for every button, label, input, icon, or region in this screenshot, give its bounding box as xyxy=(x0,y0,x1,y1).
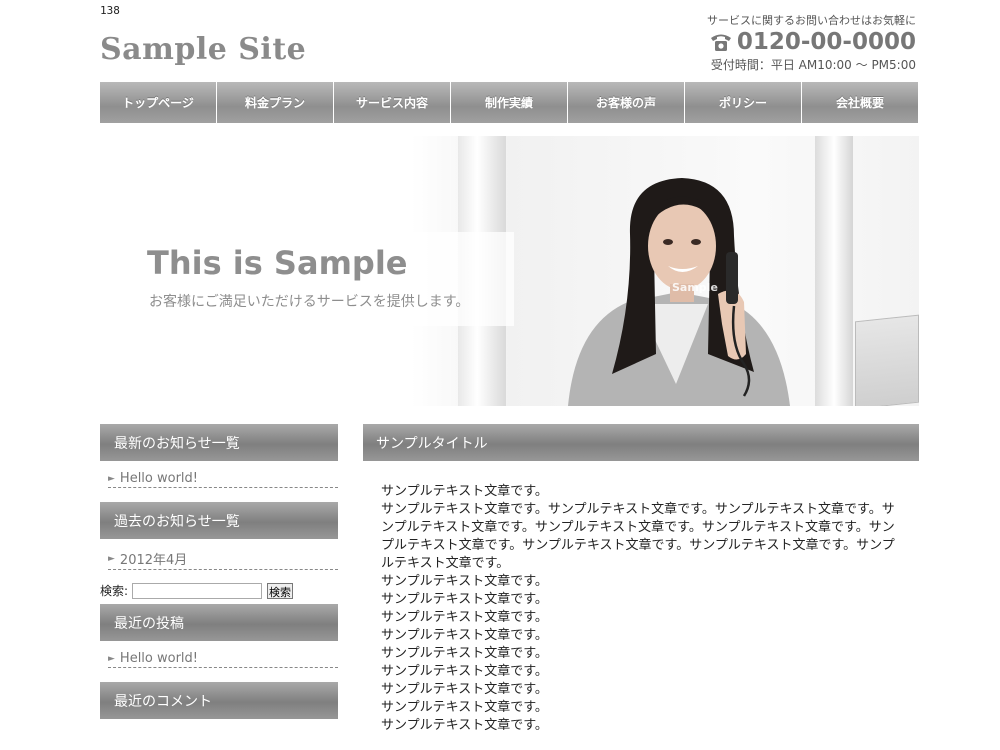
list-item-label: Hello world! xyxy=(119,471,199,486)
hero-monitor-image xyxy=(855,314,919,406)
global-nav: トップページ 料金プラン サービス内容 制作実績 お客様の声 ポリシー 会社概要 xyxy=(100,82,918,123)
paragraph: サンプルテキスト文章です。 xyxy=(381,718,548,733)
triangle-right-icon: ► xyxy=(108,653,115,664)
main-body: サンプルテキスト文章です。 サンプルテキスト文章です。サンプルテキスト文章です。… xyxy=(363,461,919,735)
latest-news-heading: 最新のお知らせ一覧 xyxy=(100,424,338,461)
hero-subtitle: お客様にご満足いただけるサービスを提供します。 xyxy=(149,294,470,310)
contact-note: サービスに関するお問い合わせはお気軽に xyxy=(707,14,916,27)
latest-news-list: ► Hello world! xyxy=(100,461,338,488)
paragraph: サンプルテキスト文章です。 xyxy=(381,574,548,589)
list-item[interactable]: ► Hello world! xyxy=(108,471,338,488)
archive-list: ► 2012年4月 xyxy=(100,539,338,570)
phone-icon xyxy=(710,34,731,51)
paragraph: サンプルテキスト文章です。 xyxy=(381,592,548,607)
recent-posts-heading: 最近の投稿 xyxy=(100,604,338,641)
list-item-label: 2012年4月 xyxy=(119,553,188,568)
list-item[interactable]: ► Hello world! xyxy=(108,651,338,668)
paragraph: サンプルテキスト文章です。 xyxy=(381,700,548,715)
hero-banner: This is Sample お客様にご満足いただけるサービスを提供します。 S… xyxy=(100,136,919,406)
page-number: 138 xyxy=(100,4,120,17)
nav-item-services[interactable]: サービス内容 xyxy=(334,82,451,123)
nav-item-policy[interactable]: ポリシー xyxy=(685,82,802,123)
hero-watermark: Sample xyxy=(672,281,718,294)
main-content: サンプルタイトル サンプルテキスト文章です。 サンプルテキスト文章です。サンプル… xyxy=(363,424,919,735)
site-logo[interactable]: Sample Site xyxy=(100,32,306,67)
paragraph: サンプルテキスト文章です。 xyxy=(381,646,548,661)
paragraph: サンプルテキスト文章です。 xyxy=(381,628,548,643)
phone-number: 0120-00-0000 xyxy=(736,29,916,55)
nav-item-company[interactable]: 会社概要 xyxy=(802,82,918,123)
paragraph: サンプルテキスト文章です。 xyxy=(381,664,548,679)
paragraph: サンプルテキスト文章です。 xyxy=(381,610,548,625)
list-item-label: Hello world! xyxy=(119,651,199,666)
search-input[interactable] xyxy=(132,582,263,599)
sidebar: 最新のお知らせ一覧 ► Hello world! 過去のお知らせ一覧 ► 201… xyxy=(100,424,338,719)
nav-item-voices[interactable]: お客様の声 xyxy=(568,82,685,123)
nav-item-works[interactable]: 制作実績 xyxy=(451,82,568,123)
triangle-right-icon: ► xyxy=(108,553,115,564)
recent-posts-list: ► Hello world! xyxy=(100,641,338,668)
contact-phone: 0120-00-0000 xyxy=(707,28,916,56)
contact-info: サービスに関するお問い合わせはお気軽に 0120-00-0000 受付時間：平日… xyxy=(707,12,916,73)
paragraph: サンプルテキスト文章です。サンプルテキスト文章です。サンプルテキスト文章です。サ… xyxy=(381,502,895,571)
nav-item-pricing[interactable]: 料金プラン xyxy=(217,82,334,123)
search-button[interactable]: 検索 xyxy=(267,582,294,599)
hero-title: This is Sample xyxy=(147,244,408,282)
paragraph: サンプルテキスト文章です。 xyxy=(381,484,548,499)
hero-window-pillar xyxy=(815,136,853,406)
search-label: 検索: xyxy=(100,584,129,598)
nav-item-top[interactable]: トップページ xyxy=(100,82,217,123)
list-item[interactable]: ► 2012年4月 xyxy=(108,549,338,570)
search-form: 検索: 検索 xyxy=(100,582,338,599)
business-hours: 受付時間：平日 AM10:00 ～ PM5:00 xyxy=(710,58,916,72)
triangle-right-icon: ► xyxy=(108,473,115,484)
archive-heading: 過去のお知らせ一覧 xyxy=(100,502,338,539)
paragraph: サンプルテキスト文章です。 xyxy=(381,682,548,697)
main-heading: サンプルタイトル xyxy=(363,424,919,461)
recent-comments-heading: 最近のコメント xyxy=(100,682,338,719)
